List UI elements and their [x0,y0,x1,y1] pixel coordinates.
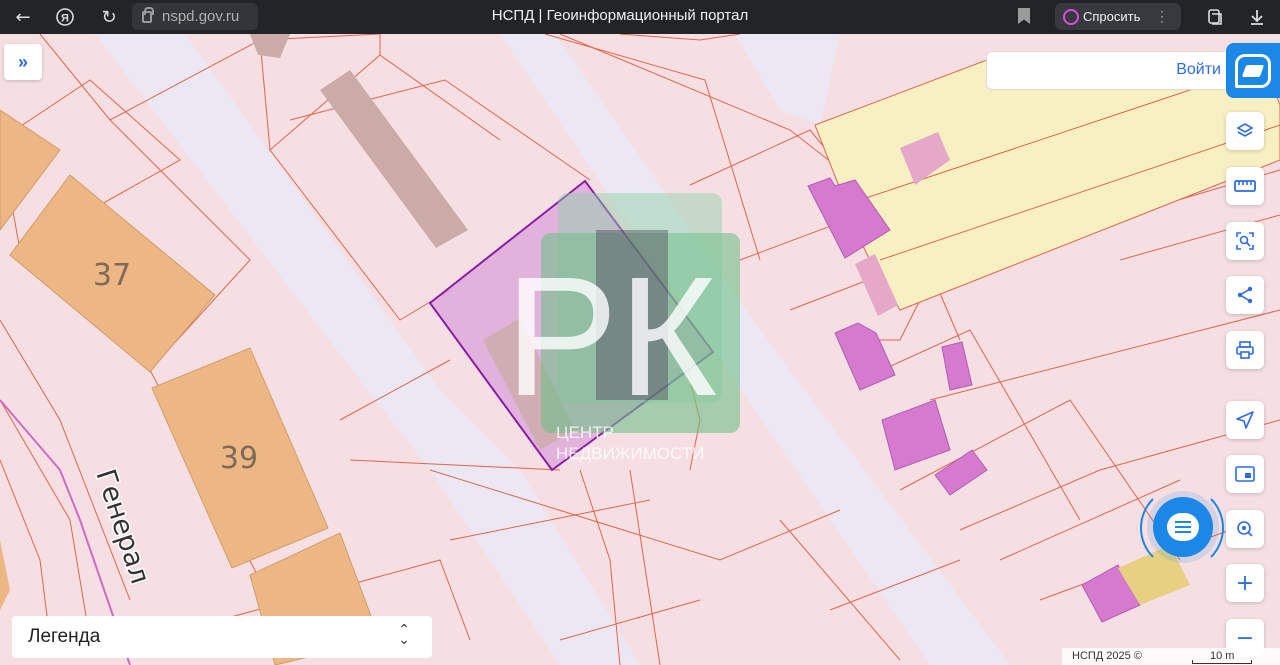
back-arrow-icon[interactable]: ← [10,4,36,30]
watermark-letters: РК [505,242,717,432]
layers-icon [1236,123,1254,137]
cadastral-map: РК ЦЕНТР НЕДВИЖИМОСТИ 37 39 Генерал [0,34,1280,665]
address-bar[interactable]: nspd.gov.ru [132,3,258,30]
share-button[interactable] [1226,276,1264,314]
structure [320,70,468,248]
ask-button[interactable]: Спросить ⋮ [1055,3,1181,30]
ruler-button[interactable] [1226,167,1264,205]
page-title: НСПД | Геоинформационный портал [491,7,749,24]
lock-icon [142,6,154,23]
legend-dropdown[interactable]: Легенда ⌃ ⌄ [12,616,432,658]
login-button[interactable]: Войти [1176,61,1221,79]
minimap-button[interactable] [1226,455,1264,493]
layers-button[interactable] [1226,112,1264,150]
watermark-line2: НЕДВИЖИМОСТИ [556,444,704,463]
legend-label: Легенда [28,626,101,647]
search-point-icon [1237,521,1253,537]
select-area-button[interactable] [1226,222,1264,260]
chat-button[interactable] [1153,497,1213,557]
ruler-icon [1234,180,1256,192]
svg-text:Я: Я [61,13,69,25]
zoom-in-button[interactable]: + [1226,564,1264,602]
chat-icon [1167,513,1199,541]
map-canvas[interactable]: РК ЦЕНТР НЕДВИЖИМОСТИ 37 39 Генерал [0,34,1280,665]
minus-icon: − [1235,625,1255,651]
print-icon [1236,341,1254,359]
parcel-number-39: 39 [220,441,258,476]
yellow-zone [814,54,1280,311]
geolocation-button[interactable] [1226,401,1264,439]
minimap-icon [1235,466,1255,482]
search-point-button[interactable] [1226,510,1264,548]
expand-panel-button[interactable]: » [4,44,42,80]
url-text: nspd.gov.ru [162,8,240,25]
street-label: Генерал [89,466,155,588]
yandex-icon[interactable]: Я [52,4,78,30]
parcel-number-37: 37 [93,258,131,293]
attribution-text: НСПД 2025 © [1072,650,1142,662]
double-chevron-right-icon: » [17,51,28,72]
scale-label: 10 m [1210,650,1235,662]
collections-icon[interactable] [1202,4,1228,30]
select-area-icon [1236,232,1254,250]
road [735,34,840,125]
reload-icon[interactable]: ↻ [96,4,122,30]
browser-toolbar: ← Я ↻ nspd.gov.ru НСПД | Геоинформационн… [0,0,1280,34]
geolocation-icon [1236,411,1254,429]
watermark-line1: ЦЕНТР [556,423,614,442]
updown-chevron-icon: ⌃ ⌄ [398,622,410,648]
ask-label: Спросить [1083,9,1141,24]
share-icon [1237,286,1253,304]
plus-icon: + [1235,570,1255,596]
more-icon[interactable]: ⋮ [1155,8,1169,25]
nspd-logo-button[interactable] [1226,43,1280,98]
bookmark-icon[interactable] [1018,8,1030,24]
login-bar: Войти [986,51,1234,90]
download-icon[interactable] [1244,4,1270,30]
print-button[interactable] [1226,331,1264,369]
nspd-logo-icon [1235,53,1271,88]
alice-icon [1063,8,1079,25]
